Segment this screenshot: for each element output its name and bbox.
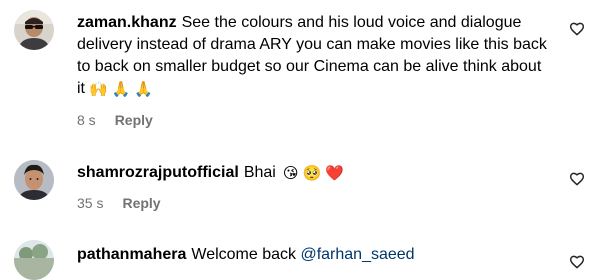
comment-shamrozrajputofficial: shamrozrajputofficial Bhai 😘 🥺 ❤️ 35 s Reply <box>0 140 595 230</box>
heart-outline-icon <box>569 255 585 269</box>
comment-text: Welcome back <box>191 246 297 263</box>
comment-zaman-khanz: zaman.khanz See the colours and his loud … <box>0 0 595 140</box>
reply-button[interactable]: Reply <box>122 195 160 211</box>
comment-text-block: pathanmahera Welcome back @farhan_saeed <box>77 244 547 266</box>
praying-hands-emoji: 🙏 <box>134 81 154 98</box>
blowing-kiss-emoji: 😘 <box>282 165 299 182</box>
red-heart-emoji: ❤️ <box>325 165 344 182</box>
heart-outline-icon <box>569 22 585 36</box>
like-button[interactable] <box>569 254 585 270</box>
avatar-landscape-icon <box>14 240 54 280</box>
username[interactable]: zaman.khanz <box>77 14 177 31</box>
mention-link[interactable]: @farhan_saeed <box>300 246 414 263</box>
comment-pathanmahera: pathanmahera Welcome back @farhan_saeed <box>0 230 595 280</box>
like-button[interactable] <box>569 171 585 187</box>
praying-hands-emoji: 🙏 <box>111 81 131 98</box>
raising-hands-emoji: 🙌 <box>89 81 108 98</box>
username[interactable]: pathanmahera <box>77 246 186 263</box>
avatar-young-man-icon <box>14 160 54 200</box>
username[interactable]: shamrozrajputofficial <box>77 164 239 181</box>
avatar[interactable] <box>14 160 54 200</box>
avatar[interactable] <box>14 10 54 50</box>
comment-meta: 35 s Reply <box>77 195 161 211</box>
avatar[interactable] <box>14 240 54 280</box>
timestamp: 35 s <box>77 195 104 211</box>
pleading-face-emoji: 🥺 <box>302 165 322 182</box>
like-button[interactable] <box>569 21 585 37</box>
timestamp: 8 s <box>77 112 96 128</box>
avatar-sunglasses-man-icon <box>14 10 54 50</box>
reply-button[interactable]: Reply <box>115 112 153 128</box>
comment-text-block: shamrozrajputofficial Bhai 😘 🥺 ❤️ <box>77 162 547 185</box>
heart-outline-icon <box>569 172 585 186</box>
comment-text: Bhai <box>243 164 276 181</box>
comment-meta: 8 s Reply <box>77 112 153 128</box>
comment-text-block: zaman.khanz See the colours and his loud … <box>77 12 547 101</box>
